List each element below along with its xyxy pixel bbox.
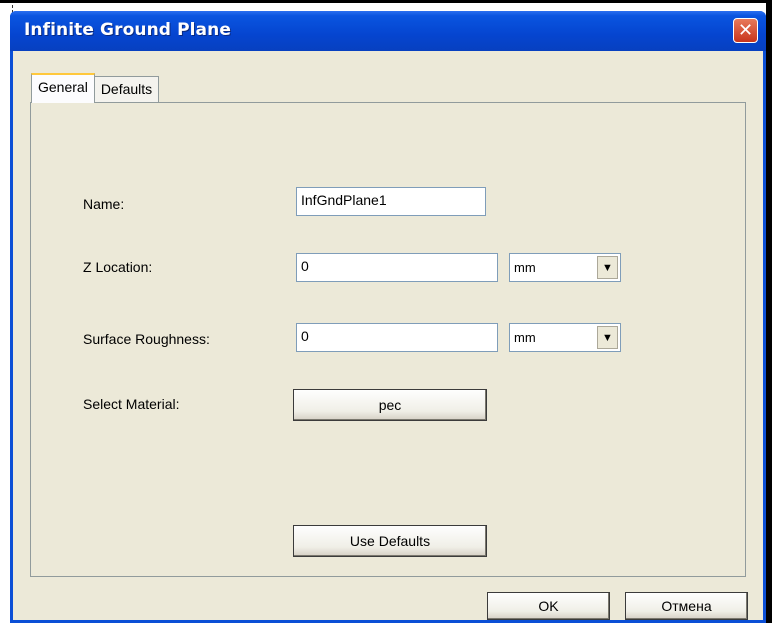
surface-roughness-unit-value: mm [514,330,536,345]
background-right-rule [766,0,772,623]
use-defaults-button[interactable]: Use Defaults [293,525,487,557]
close-button[interactable]: ✕ [733,18,758,43]
name-input[interactable]: InfGndPlane1 [296,187,486,216]
z-location-label: Z Location: [83,259,153,275]
select-material-button[interactable]: pec [293,389,487,421]
background-top-rule [0,0,772,3]
tab-general[interactable]: General [31,73,95,103]
surface-roughness-unit-select[interactable]: mm ▼ [509,323,621,352]
select-material-label: Select Material: [83,396,180,412]
z-location-input[interactable]: 0 [296,253,498,282]
dialog-window: Infinite Ground Plane ✕ General Defaults… [10,11,766,623]
dialog-client-area: General Defaults Name: InfGndPlane1 Z Lo… [13,51,763,620]
surface-roughness-input[interactable]: 0 [296,323,498,352]
tab-defaults[interactable]: Defaults [93,76,160,103]
dialog-title: Infinite Ground Plane [24,20,231,40]
ok-button[interactable]: OK [487,592,610,620]
name-label: Name: [83,196,125,212]
surface-roughness-label: Surface Roughness: [83,331,210,347]
close-icon: ✕ [737,20,754,41]
cancel-button[interactable]: Отмена [625,592,748,620]
chevron-down-icon[interactable]: ▼ [597,326,618,349]
z-location-unit-select[interactable]: mm ▼ [509,253,621,282]
z-location-unit-value: mm [514,260,536,275]
general-tab-panel: Name: InfGndPlane1 Z Location: 0 mm ▼ Su… [30,102,746,577]
title-bar[interactable]: Infinite Ground Plane ✕ [10,11,766,51]
tab-strip: General Defaults [31,73,160,103]
chevron-down-icon[interactable]: ▼ [597,256,618,279]
